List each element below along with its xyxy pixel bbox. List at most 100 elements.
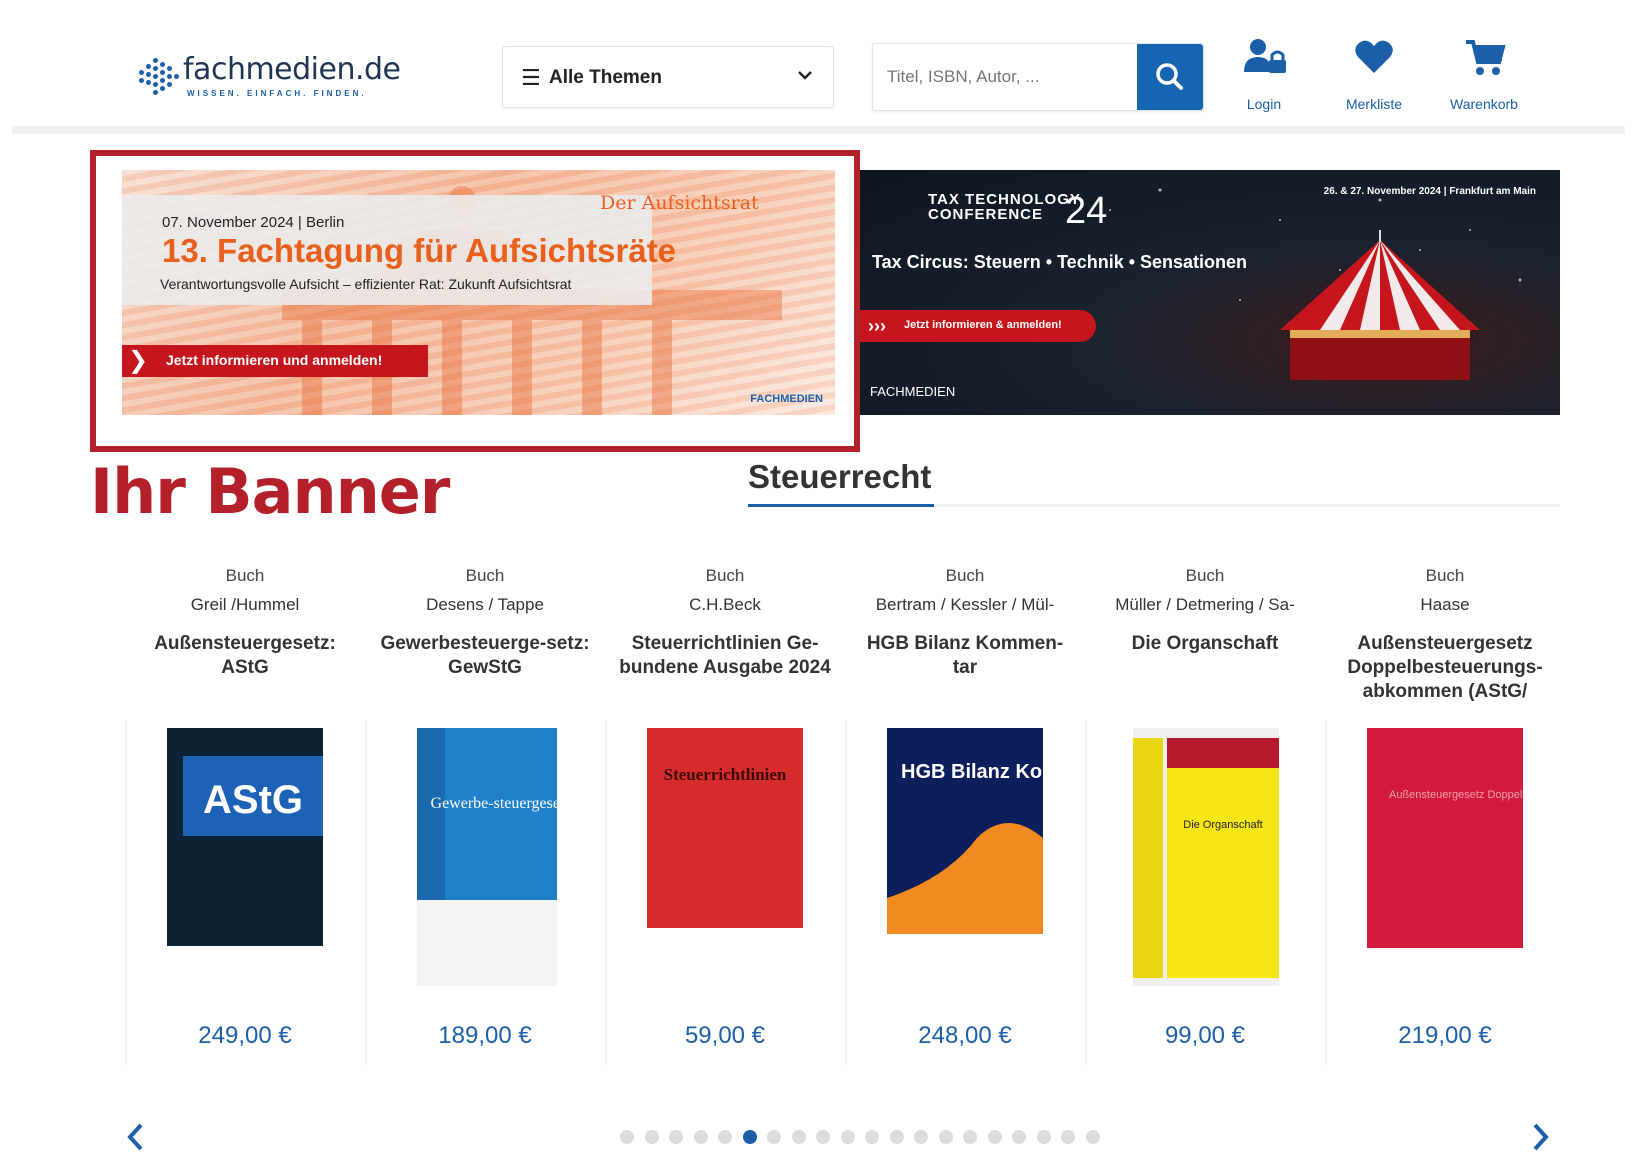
card-separator — [1085, 720, 1087, 1065]
themes-dropdown[interactable]: ☰ Alle Themen — [502, 46, 834, 108]
conference-date: 26. & 27. November 2024 | Frankfurt am M… — [1323, 186, 1536, 197]
search-box — [872, 43, 1204, 111]
product-price: 99,00 € — [1164, 1022, 1246, 1049]
product-cover[interactable]: Gewerbe-steuergesetz — [417, 728, 557, 986]
chevron-right-icon — [1533, 1123, 1549, 1151]
product-price: 219,00 € — [1398, 1022, 1492, 1049]
section-active-underline — [748, 504, 934, 507]
carousel-dot[interactable] — [669, 1130, 683, 1144]
product-author: Desens / Tappe — [426, 595, 544, 614]
product-type: Buch — [225, 566, 265, 585]
search-button[interactable] — [1137, 44, 1203, 110]
carousel-dot[interactable] — [865, 1130, 879, 1144]
login-link[interactable]: Login — [1214, 38, 1314, 118]
login-label: Login — [1246, 96, 1282, 112]
logo-tagline: WISSEN. EINFACH. FINDEN. — [187, 89, 367, 98]
warenkorb-link[interactable]: Warenkorb — [1434, 38, 1534, 118]
product-author: Bertram / Kessler / Mül- — [875, 595, 1055, 614]
carousel-dot[interactable] — [620, 1130, 634, 1144]
carousel-dot[interactable] — [767, 1130, 781, 1144]
carousel-dot[interactable] — [693, 1130, 708, 1144]
conference-cta-label: Jetzt informieren & anmelden! — [904, 319, 1062, 331]
themes-label: Alle Themen — [549, 67, 662, 88]
carousel-dot[interactable] — [816, 1130, 830, 1144]
product-card[interactable]: Buch C.H.Beck Steuerrichtlinien Ge-bunde… — [605, 560, 845, 1065]
product-author: Greil /Hummel — [190, 595, 300, 614]
product-title[interactable]: Gewerbesteuerge-setz: GewStG — [375, 632, 595, 680]
conference-cta-button[interactable]: ››› Jetzt informieren & anmelden! — [860, 310, 1096, 342]
product-type: Buch — [465, 566, 505, 585]
product-card[interactable]: Buch Müller / Detmering / Sa- Die Organs… — [1085, 560, 1325, 1065]
cover-title: Außensteuergesetz Doppelbesteuerungsabko… — [1389, 789, 1523, 801]
product-price: 248,00 € — [918, 1022, 1012, 1049]
cart-icon — [1466, 40, 1506, 75]
heart-icon — [1355, 40, 1393, 73]
product-cover[interactable]: HGB Bilanz Kommentar — [887, 728, 1043, 934]
carousel-dot[interactable] — [1012, 1130, 1026, 1144]
circus-tent-illustration — [1280, 230, 1480, 380]
chevron-left-icon — [127, 1123, 143, 1151]
conference-logo: FACHMEDIEN — [870, 384, 956, 399]
logo-dots-icon — [139, 56, 179, 96]
logo-text: fachmedien.de — [183, 52, 401, 87]
carousel-dot[interactable] — [718, 1130, 732, 1144]
product-card[interactable]: Buch Greil /Hummel Außensteuergesetz: AS… — [125, 560, 365, 1065]
product-author: Müller / Detmering / Sa- — [1115, 595, 1295, 614]
carousel-dot[interactable] — [889, 1130, 904, 1144]
product-cover[interactable]: Außensteuergesetz Doppelbesteuerungsabko… — [1367, 728, 1523, 948]
card-separator — [365, 720, 367, 1065]
card-separator — [605, 720, 607, 1065]
carousel-next-button[interactable] — [1530, 1120, 1552, 1163]
product-card[interactable]: Buch Bertram / Kessler / Mül- HGB Bilanz… — [845, 560, 1085, 1065]
ihr-banner-label: Ihr Banner — [90, 455, 450, 528]
product-cover[interactable]: AStG — [167, 728, 323, 946]
product-author: C.H.Beck — [689, 595, 761, 614]
product-title[interactable]: Außensteuergesetz: AStG — [135, 632, 355, 680]
card-separator — [125, 720, 127, 1065]
tax-technology-banner[interactable]: TAX TECHNOLOGY CONFERENCE 24 26. & 27. N… — [860, 170, 1560, 415]
product-type: Buch — [1185, 566, 1225, 585]
product-price: 249,00 € — [198, 1022, 292, 1049]
cover-title: Steuerrichtlinien — [664, 765, 787, 784]
carousel-dot[interactable] — [914, 1130, 928, 1144]
carousel-prev-button[interactable] — [124, 1120, 146, 1163]
conference-subtitle: Tax Circus: Steuern • Technik • Sensatio… — [872, 252, 1248, 272]
cover-title: Gewerbe-steuergesetz — [431, 795, 557, 812]
carousel-dot[interactable] — [938, 1130, 953, 1144]
product-author: Haase — [1420, 595, 1470, 614]
search-icon — [1156, 63, 1183, 90]
carousel-dot[interactable] — [840, 1130, 855, 1144]
merkliste-link[interactable]: Merkliste — [1324, 38, 1424, 118]
search-input[interactable] — [873, 44, 1135, 110]
triple-chevron-icon: ››› — [868, 316, 886, 336]
carousel-dot[interactable] — [1036, 1130, 1051, 1144]
cover-title: Die Organschaft — [1183, 819, 1262, 831]
carousel-dot[interactable] — [987, 1130, 1002, 1144]
carousel-dot[interactable] — [1061, 1130, 1075, 1144]
carousel-dot[interactable] — [791, 1130, 806, 1144]
user-lock-icon — [1244, 39, 1286, 73]
conference-title: TAX TECHNOLOGY CONFERENCE — [928, 192, 1081, 222]
carousel-dot[interactable] — [1085, 1130, 1100, 1144]
product-card[interactable]: Buch Desens / Tappe Gewerbesteuerge-setz… — [365, 560, 605, 1065]
carousel-dot[interactable] — [742, 1130, 757, 1144]
merkliste-label: Merkliste — [1345, 96, 1402, 112]
product-cover[interactable]: Steuerrichtlinien — [647, 728, 803, 928]
product-title[interactable]: Die Organschaft — [1095, 632, 1315, 656]
cover-title: HGB Bilanz Kommentar — [901, 761, 1043, 783]
product-cover[interactable]: Die Organschaft — [1133, 728, 1279, 986]
carousel-dot[interactable] — [963, 1130, 977, 1144]
card-separator — [845, 720, 847, 1065]
site-logo[interactable]: fachmedien.de WISSEN. EINFACH. FINDEN. — [127, 46, 401, 106]
product-price: 59,00 € — [684, 1022, 766, 1049]
product-title[interactable]: Außensteuergesetz Doppelbesteuerungs-abk… — [1335, 632, 1555, 704]
highlight-frame — [90, 150, 860, 452]
section-title[interactable]: Steuerrecht — [748, 458, 931, 496]
chevron-down-icon — [797, 65, 813, 86]
menu-icon: ☰ — [521, 65, 541, 90]
product-title[interactable]: HGB Bilanz Kommen-tar — [855, 632, 1075, 680]
carousel-dot[interactable] — [644, 1130, 659, 1144]
product-title[interactable]: Steuerrichtlinien Ge-bundene Ausgabe 202… — [615, 632, 835, 680]
conference-title-line2: CONFERENCE — [928, 206, 1044, 223]
product-card[interactable]: Buch Haase Außensteuergesetz Doppelbeste… — [1325, 560, 1565, 1065]
